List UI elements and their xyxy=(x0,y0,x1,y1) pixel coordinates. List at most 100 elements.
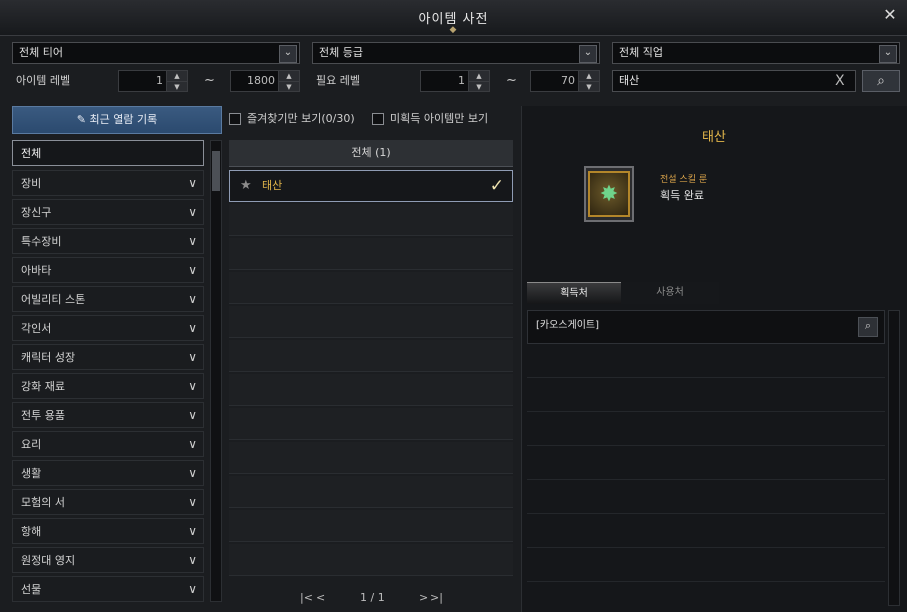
category-sailing[interactable]: 항해 ∨ xyxy=(12,518,204,544)
list-header: 전체 (1) xyxy=(229,140,513,167)
list-item-empty xyxy=(229,442,513,474)
item-name: 태산 xyxy=(262,179,283,192)
category-label: 캐릭터 성장 xyxy=(21,351,76,364)
category-cooking[interactable]: 요리 ∨ xyxy=(12,431,204,457)
tier-dropdown[interactable]: 전체 티어 ⌄ xyxy=(12,42,300,64)
category-engraving-book[interactable]: 각인서 ∨ xyxy=(12,315,204,341)
req-level-min-stepper[interactable]: 1 ▲ ▼ xyxy=(420,70,490,92)
class-dropdown-value: 전체 직업 xyxy=(619,46,663,59)
tab-acquire[interactable]: 획득처 xyxy=(527,282,621,304)
chevron-down-icon: ∨ xyxy=(188,495,197,509)
source-row-empty xyxy=(527,480,885,514)
category-gift[interactable]: 선물 ∨ xyxy=(12,576,204,602)
list-item-empty xyxy=(229,238,513,270)
item-level-tilde: ~ xyxy=(204,73,215,88)
decrement-icon[interactable]: ▼ xyxy=(279,81,299,91)
category-avatar[interactable]: 아바타 ∨ xyxy=(12,257,204,283)
search-icon[interactable]: ⌕ xyxy=(858,317,878,337)
favorite-star-icon[interactable]: ★ xyxy=(240,171,252,201)
item-level-min-stepper[interactable]: 1 ▲ ▼ xyxy=(118,70,188,92)
decrement-icon[interactable]: ▼ xyxy=(167,81,187,91)
category-adventure-book[interactable]: 모험의 서 ∨ xyxy=(12,489,204,515)
chevron-down-icon: ∨ xyxy=(188,466,197,480)
grade-dropdown[interactable]: 전체 등급 ⌄ xyxy=(312,42,600,64)
category-label: 아바타 xyxy=(21,264,52,277)
item-level-min-value[interactable]: 1 xyxy=(119,71,163,91)
category-special-equipment[interactable]: 특수장비 ∨ xyxy=(12,228,204,254)
pager-page-indicator: 1 / 1 xyxy=(360,591,385,604)
category-upgrade-materials[interactable]: 강화 재료 ∨ xyxy=(12,373,204,399)
scrollbar-thumb[interactable] xyxy=(212,151,220,191)
category-label: 어빌리티 스톤 xyxy=(21,293,86,306)
category-ability-stone[interactable]: 어빌리티 스톤 ∨ xyxy=(12,286,204,312)
category-all[interactable]: 전체 xyxy=(12,140,204,166)
req-level-max-value[interactable]: 70 xyxy=(531,71,575,91)
category-label: 모험의 서 xyxy=(21,496,65,509)
category-label: 항해 xyxy=(21,525,42,538)
category-label: 선물 xyxy=(21,583,42,596)
category-battle-items[interactable]: 전투 용품 ∨ xyxy=(12,402,204,428)
item-level-max-stepper[interactable]: 1800 ▲ ▼ xyxy=(230,70,300,92)
category-character-growth[interactable]: 캐릭터 성장 ∨ xyxy=(12,344,204,370)
pager-last-button[interactable]: >| xyxy=(430,590,443,606)
list-item-empty xyxy=(229,306,513,338)
category-stronghold[interactable]: 원정대 영지 ∨ xyxy=(12,547,204,573)
clear-search-icon[interactable]: X xyxy=(835,71,849,91)
title-ornament: ◆ xyxy=(449,25,457,35)
source-row[interactable]: [카오스게이트] ⌕ xyxy=(527,310,885,344)
tab-usage[interactable]: 사용처 xyxy=(621,282,719,304)
pager-first-button[interactable]: |< xyxy=(300,590,313,606)
owned-check-icon: ✓ xyxy=(489,176,504,196)
favorites-only-checkbox[interactable] xyxy=(229,113,241,125)
category-life[interactable]: 생활 ∨ xyxy=(12,460,204,486)
list-item-empty xyxy=(229,340,513,372)
close-icon[interactable]: ✕ xyxy=(881,6,899,24)
search-input[interactable]: 태산 X xyxy=(612,70,856,92)
req-level-max-stepper[interactable]: 70 ▲ ▼ xyxy=(530,70,600,92)
category-scrollbar[interactable] xyxy=(210,140,222,602)
unowned-only-checkbox[interactable] xyxy=(372,113,384,125)
list-item-empty xyxy=(229,476,513,508)
req-level-label: 필요 레벨 xyxy=(316,74,360,87)
category-accessory[interactable]: 장신구 ∨ xyxy=(12,199,204,225)
category-label: 요리 xyxy=(21,438,42,451)
source-scrollbar[interactable] xyxy=(888,310,900,606)
chevron-down-icon: ∨ xyxy=(188,350,197,364)
unowned-only-label: 미획득 아이템만 보기 xyxy=(390,112,489,125)
increment-icon[interactable]: ▲ xyxy=(469,71,489,81)
increment-icon[interactable]: ▲ xyxy=(167,71,187,81)
pager-next-button[interactable]: > xyxy=(419,590,428,606)
search-button[interactable]: ⌕ xyxy=(862,70,900,92)
source-row-empty xyxy=(527,378,885,412)
item-level-max-value[interactable]: 1800 xyxy=(231,71,275,91)
category-equipment[interactable]: 장비 ∨ xyxy=(12,170,204,196)
chevron-down-icon[interactable]: ⌄ xyxy=(879,45,897,63)
category-label: 원정대 영지 xyxy=(21,554,76,567)
category-label: 장신구 xyxy=(21,206,52,219)
class-dropdown[interactable]: 전체 직업 ⌄ xyxy=(612,42,900,64)
chevron-down-icon: ∨ xyxy=(188,176,197,190)
decrement-icon[interactable]: ▼ xyxy=(469,81,489,91)
list-item-empty xyxy=(229,272,513,304)
source-row-empty xyxy=(527,446,885,480)
list-item-empty xyxy=(229,510,513,542)
recent-history-label: 최근 열람 기록 xyxy=(89,113,158,126)
category-label: 장비 xyxy=(21,177,42,190)
category-label: 생활 xyxy=(21,467,42,480)
category-label: 강화 재료 xyxy=(21,380,65,393)
req-level-tilde: ~ xyxy=(506,73,517,88)
chevron-down-icon: ∨ xyxy=(188,408,197,422)
list-item-empty xyxy=(229,544,513,576)
chevron-down-icon[interactable]: ⌄ xyxy=(579,45,597,63)
req-level-min-value[interactable]: 1 xyxy=(421,71,465,91)
increment-icon[interactable]: ▲ xyxy=(579,71,599,81)
chevron-down-icon: ∨ xyxy=(188,437,197,451)
category-label: 각인서 xyxy=(21,322,52,335)
chevron-down-icon[interactable]: ⌄ xyxy=(279,45,297,63)
decrement-icon[interactable]: ▼ xyxy=(579,81,599,91)
list-item-empty xyxy=(229,408,513,440)
list-item[interactable]: ★ 태산 ✓ xyxy=(229,170,513,202)
increment-icon[interactable]: ▲ xyxy=(279,71,299,81)
pager-prev-button[interactable]: < xyxy=(316,590,325,606)
recent-history-button[interactable]: ✎ 최근 열람 기록 xyxy=(12,106,222,134)
